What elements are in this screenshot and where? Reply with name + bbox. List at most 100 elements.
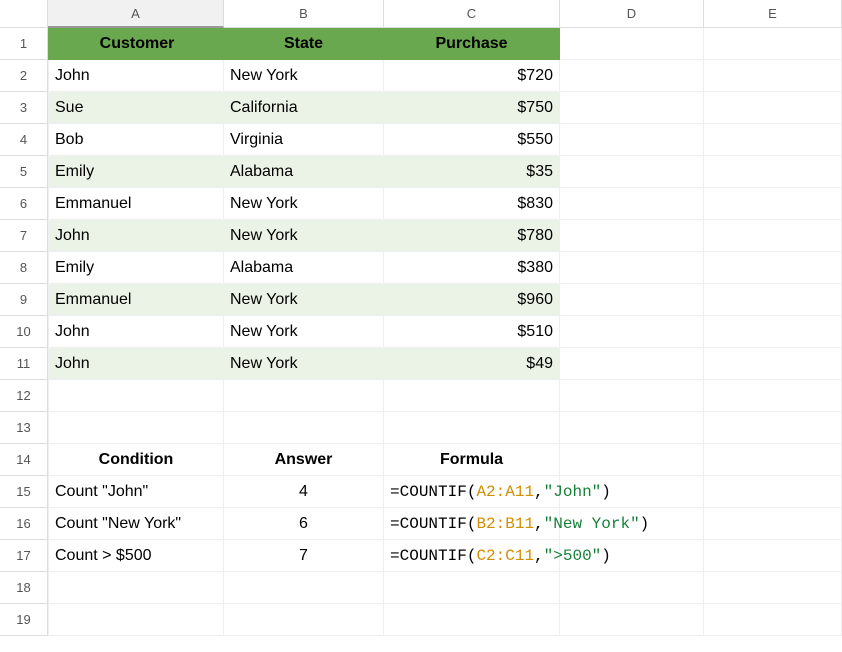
- cell-E5[interactable]: [704, 156, 842, 188]
- cell-D7[interactable]: [560, 220, 704, 252]
- cell-A18[interactable]: [48, 572, 224, 604]
- cell-C2[interactable]: $720: [384, 60, 560, 92]
- cell-C4[interactable]: $550: [384, 124, 560, 156]
- cell-E18[interactable]: [704, 572, 842, 604]
- cell-A15[interactable]: Count "John": [48, 476, 224, 508]
- row-header-18[interactable]: 18: [0, 572, 48, 604]
- cell-A7[interactable]: John: [48, 220, 224, 252]
- cell-D6[interactable]: [560, 188, 704, 220]
- cell-E4[interactable]: [704, 124, 842, 156]
- row-header-12[interactable]: 12: [0, 380, 48, 412]
- cell-B6[interactable]: New York: [224, 188, 384, 220]
- cell-B15[interactable]: 4: [224, 476, 384, 508]
- cell-B9[interactable]: New York: [224, 284, 384, 316]
- cell-A4[interactable]: Bob: [48, 124, 224, 156]
- spreadsheet[interactable]: ABCDE1CustomerStatePurchase2JohnNew York…: [0, 0, 842, 652]
- cell-A10[interactable]: John: [48, 316, 224, 348]
- cell-A3[interactable]: Sue: [48, 92, 224, 124]
- cell-C1[interactable]: Purchase: [384, 28, 560, 60]
- cell-D9[interactable]: [560, 284, 704, 316]
- row-header-9[interactable]: 9: [0, 284, 48, 316]
- cell-C15[interactable]: =COUNTIF(A2:A11,"John"): [384, 476, 560, 508]
- cell-C6[interactable]: $830: [384, 188, 560, 220]
- cell-A14[interactable]: Condition: [48, 444, 224, 476]
- cell-A5[interactable]: Emily: [48, 156, 224, 188]
- cell-A12[interactable]: [48, 380, 224, 412]
- row-header-17[interactable]: 17: [0, 540, 48, 572]
- cell-B8[interactable]: Alabama: [224, 252, 384, 284]
- cell-E10[interactable]: [704, 316, 842, 348]
- cell-C14[interactable]: Formula: [384, 444, 560, 476]
- row-header-13[interactable]: 13: [0, 412, 48, 444]
- cell-A9[interactable]: Emmanuel: [48, 284, 224, 316]
- cell-C13[interactable]: [384, 412, 560, 444]
- cell-D5[interactable]: [560, 156, 704, 188]
- row-header-4[interactable]: 4: [0, 124, 48, 156]
- cell-E11[interactable]: [704, 348, 842, 380]
- column-header-B[interactable]: B: [224, 0, 384, 28]
- cell-C16[interactable]: =COUNTIF(B2:B11,"New York"): [384, 508, 560, 540]
- cell-A6[interactable]: Emmanuel: [48, 188, 224, 220]
- cell-C19[interactable]: [384, 604, 560, 636]
- cell-B12[interactable]: [224, 380, 384, 412]
- row-header-8[interactable]: 8: [0, 252, 48, 284]
- cell-E13[interactable]: [704, 412, 842, 444]
- cell-B16[interactable]: 6: [224, 508, 384, 540]
- cell-B7[interactable]: New York: [224, 220, 384, 252]
- cell-D2[interactable]: [560, 60, 704, 92]
- cell-C17[interactable]: =COUNTIF(C2:C11,">500"): [384, 540, 560, 572]
- cell-A16[interactable]: Count "New York": [48, 508, 224, 540]
- cell-A1[interactable]: Customer: [48, 28, 224, 60]
- cell-D4[interactable]: [560, 124, 704, 156]
- row-header-2[interactable]: 2: [0, 60, 48, 92]
- row-header-15[interactable]: 15: [0, 476, 48, 508]
- cell-C9[interactable]: $960: [384, 284, 560, 316]
- cell-C8[interactable]: $380: [384, 252, 560, 284]
- corner-select-all[interactable]: [0, 0, 48, 28]
- column-header-D[interactable]: D: [560, 0, 704, 28]
- column-header-A[interactable]: A: [48, 0, 224, 28]
- column-header-C[interactable]: C: [384, 0, 560, 28]
- row-header-3[interactable]: 3: [0, 92, 48, 124]
- cell-B17[interactable]: 7: [224, 540, 384, 572]
- cell-A8[interactable]: Emily: [48, 252, 224, 284]
- cell-C3[interactable]: $750: [384, 92, 560, 124]
- cell-E9[interactable]: [704, 284, 842, 316]
- column-header-E[interactable]: E: [704, 0, 842, 28]
- cell-B4[interactable]: Virginia: [224, 124, 384, 156]
- row-header-16[interactable]: 16: [0, 508, 48, 540]
- cell-D14[interactable]: [560, 444, 704, 476]
- cell-B10[interactable]: New York: [224, 316, 384, 348]
- cell-A13[interactable]: [48, 412, 224, 444]
- row-header-6[interactable]: 6: [0, 188, 48, 220]
- cell-B3[interactable]: California: [224, 92, 384, 124]
- row-header-5[interactable]: 5: [0, 156, 48, 188]
- cell-B19[interactable]: [224, 604, 384, 636]
- cell-B14[interactable]: Answer: [224, 444, 384, 476]
- cell-E7[interactable]: [704, 220, 842, 252]
- cell-C5[interactable]: $35: [384, 156, 560, 188]
- cell-B13[interactable]: [224, 412, 384, 444]
- cell-D13[interactable]: [560, 412, 704, 444]
- cell-A2[interactable]: John: [48, 60, 224, 92]
- cell-E15[interactable]: [704, 476, 842, 508]
- cell-A17[interactable]: Count > $500: [48, 540, 224, 572]
- row-header-10[interactable]: 10: [0, 316, 48, 348]
- cell-D1[interactable]: [560, 28, 704, 60]
- cell-B5[interactable]: Alabama: [224, 156, 384, 188]
- cell-E8[interactable]: [704, 252, 842, 284]
- cell-A19[interactable]: [48, 604, 224, 636]
- cell-E16[interactable]: [704, 508, 842, 540]
- cell-E12[interactable]: [704, 380, 842, 412]
- row-header-19[interactable]: 19: [0, 604, 48, 636]
- cell-B18[interactable]: [224, 572, 384, 604]
- cell-D11[interactable]: [560, 348, 704, 380]
- cell-B2[interactable]: New York: [224, 60, 384, 92]
- cell-C11[interactable]: $49: [384, 348, 560, 380]
- cell-D3[interactable]: [560, 92, 704, 124]
- cell-E17[interactable]: [704, 540, 842, 572]
- cell-D19[interactable]: [560, 604, 704, 636]
- cell-B11[interactable]: New York: [224, 348, 384, 380]
- cell-E19[interactable]: [704, 604, 842, 636]
- cell-C7[interactable]: $780: [384, 220, 560, 252]
